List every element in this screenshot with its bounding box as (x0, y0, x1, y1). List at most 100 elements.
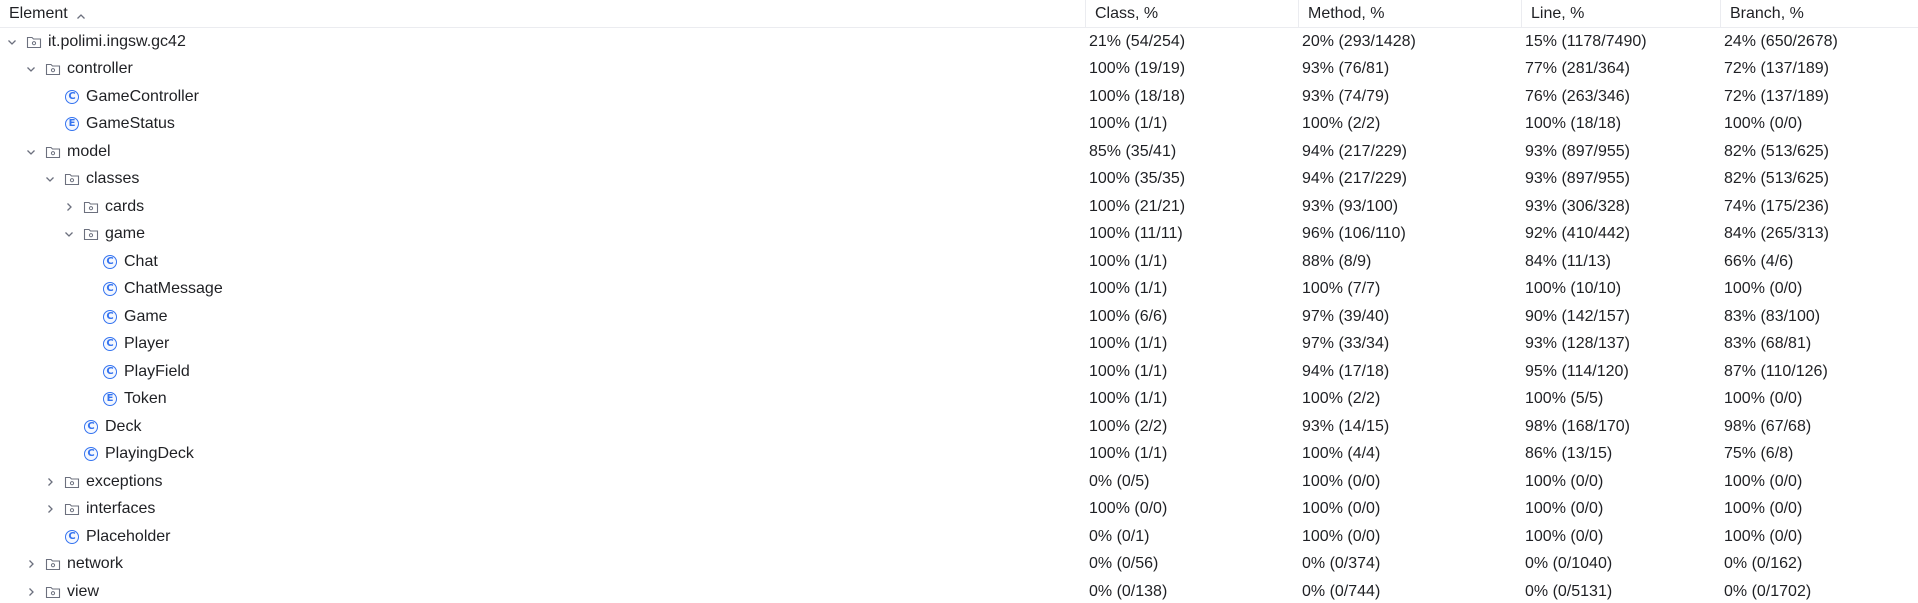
cell-class-coverage: 100% (0/0) (1089, 500, 1168, 518)
table-row[interactable]: game 100% (11/11) 96% (106/110) 92% (410/44… (0, 221, 1918, 249)
cell-element: E GameStatus (0, 111, 1086, 139)
chevron-right-icon[interactable] (61, 199, 77, 215)
cell-method-coverage: 93% (76/81) (1302, 60, 1390, 78)
cell-branch-coverage: 100% (0/0) (1724, 390, 1803, 408)
cell-branch-coverage: 100% (0/0) (1724, 115, 1803, 133)
class-icon-letter: C (103, 309, 117, 324)
chevron-down-icon[interactable] (4, 34, 20, 50)
cell-element: interfaces (0, 496, 1086, 524)
cell-element: C Game (0, 303, 1086, 331)
cell-class-coverage: 100% (1/1) (1089, 280, 1168, 298)
element-name: network (67, 555, 124, 573)
cell-element: model (0, 138, 1086, 166)
chevron-right-icon[interactable] (42, 474, 58, 490)
class-icon-letter: C (84, 447, 98, 462)
cell-branch-coverage: 66% (4/6) (1724, 252, 1794, 270)
cell-element: E Token (0, 386, 1086, 414)
class-icon: C (64, 529, 80, 545)
cell-method-coverage: 0% (0/744) (1302, 582, 1381, 600)
cell-branch-coverage: 72% (137/189) (1724, 60, 1829, 78)
cell-method-coverage: 93% (93/100) (1302, 197, 1399, 215)
column-header-class[interactable]: Class, % (1086, 0, 1299, 27)
column-header-branch-label: Branch, % (1730, 4, 1804, 22)
cell-branch-coverage: 0% (0/162) (1724, 555, 1803, 573)
cell-branch-coverage: 83% (68/81) (1724, 335, 1812, 353)
class-icon: C (102, 309, 118, 325)
table-row[interactable]: C ChatMessage 100% (1/1) 100% (7/7) 100% (10… (0, 276, 1918, 304)
chevron-down-icon[interactable] (23, 144, 39, 160)
cell-branch-coverage: 100% (0/0) (1724, 280, 1803, 298)
tree-rows: it.polimi.ingsw.gc42 21% (54/254) 20% (293… (0, 28, 1918, 603)
column-header-line[interactable]: Line, % (1522, 0, 1721, 27)
cell-branch-coverage: 24% (650/2678) (1724, 32, 1838, 50)
table-header: Element Class, % Method, % Line, % Branc… (0, 0, 1918, 28)
cell-class-coverage: 100% (19/19) (1089, 60, 1186, 78)
cell-line-coverage: 92% (410/442) (1525, 225, 1630, 243)
table-row[interactable]: exceptions 0% (0/5) 100% (0/0) 100% (0/0) 10… (0, 468, 1918, 496)
table-row[interactable]: E Token 100% (1/1) 100% (2/2) 100% (5/5) 100%… (0, 386, 1918, 414)
cell-class-coverage: 21% (54/254) (1089, 32, 1186, 50)
element-name: classes (86, 170, 140, 188)
table-row[interactable]: interfaces 100% (0/0) 100% (0/0) 100% (0/0)… (0, 496, 1918, 524)
cell-element: C GameController (0, 83, 1086, 111)
element-name: Chat (124, 252, 158, 270)
class-icon: C (83, 419, 99, 435)
chevron-down-icon[interactable] (23, 61, 39, 77)
cell-class-coverage: 100% (35/35) (1089, 170, 1186, 188)
table-row[interactable]: C PlayField 100% (1/1) 94% (17/18) 95% (114/… (0, 358, 1918, 386)
column-header-method[interactable]: Method, % (1299, 0, 1522, 27)
cell-branch-coverage: 98% (67/68) (1724, 417, 1812, 435)
table-row[interactable]: model 85% (35/41) 94% (217/229) 93% (897/95… (0, 138, 1918, 166)
folder-package-icon (64, 501, 80, 517)
chevron-right-icon[interactable] (23, 584, 39, 600)
table-row[interactable]: C Chat 100% (1/1) 88% (8/9) 84% (11/13) 66% (… (0, 248, 1918, 276)
table-row[interactable]: C Game 100% (6/6) 97% (39/40) 90% (142/157) 8… (0, 303, 1918, 331)
cell-element: C ChatMessage (0, 276, 1086, 304)
cell-branch-coverage: 82% (513/625) (1724, 142, 1829, 160)
element-name: GameStatus (86, 115, 175, 133)
cell-class-coverage: 100% (1/1) (1089, 115, 1168, 133)
table-row[interactable]: E GameStatus 100% (1/1) 100% (2/2) 100% (18/… (0, 111, 1918, 139)
cell-element: controller (0, 56, 1086, 84)
folder-package-icon (26, 34, 42, 50)
cell-branch-coverage: 74% (175/236) (1724, 197, 1829, 215)
table-row[interactable]: cards 100% (21/21) 93% (93/100) 93% (306/32… (0, 193, 1918, 221)
element-name: it.polimi.ingsw.gc42 (48, 32, 186, 50)
enum-icon-letter: E (103, 392, 117, 407)
element-name: PlayField (124, 362, 190, 380)
element-name: cards (105, 197, 145, 215)
cell-method-coverage: 96% (106/110) (1302, 225, 1406, 243)
table-row[interactable]: C Deck 100% (2/2) 93% (14/15) 98% (168/170) 9… (0, 413, 1918, 441)
class-icon: C (64, 89, 80, 105)
chevron-right-icon[interactable] (42, 501, 58, 517)
chevron-right-icon[interactable] (23, 556, 39, 572)
table-row[interactable]: classes 100% (35/35) 94% (217/229) 93% (897… (0, 166, 1918, 194)
table-row[interactable]: C Placeholder 0% (0/1) 100% (0/0) 100% (0/0)… (0, 523, 1918, 551)
cell-class-coverage: 100% (21/21) (1089, 197, 1186, 215)
table-row[interactable]: C PlayingDeck 100% (1/1) 100% (4/4) 86% (13/… (0, 441, 1918, 469)
table-row[interactable]: C GameController 100% (18/18) 93% (74/79) 76… (0, 83, 1918, 111)
table-row[interactable]: it.polimi.ingsw.gc42 21% (54/254) 20% (293… (0, 28, 1918, 56)
cell-class-coverage: 100% (11/11) (1089, 225, 1183, 243)
column-header-branch[interactable]: Branch, % (1721, 0, 1918, 27)
cell-line-coverage: 100% (5/5) (1525, 390, 1604, 408)
element-name: model (67, 142, 111, 160)
chevron-down-icon[interactable] (61, 226, 77, 242)
table-row[interactable]: controller 100% (19/19) 93% (76/81) 77% (28… (0, 56, 1918, 84)
cell-branch-coverage: 82% (513/625) (1724, 170, 1829, 188)
cell-method-coverage: 100% (4/4) (1302, 445, 1381, 463)
chevron-down-icon[interactable] (42, 171, 58, 187)
table-row[interactable]: view 0% (0/138) 0% (0/744) 0% (0/5131) 0% (0… (0, 578, 1918, 603)
table-row[interactable]: C Player 100% (1/1) 97% (33/34) 93% (128/137… (0, 331, 1918, 359)
table-row[interactable]: network 0% (0/56) 0% (0/374) 0% (0/1040) 0% … (0, 551, 1918, 579)
cell-method-coverage: 88% (8/9) (1302, 252, 1372, 270)
element-name: Token (124, 390, 167, 408)
column-header-element[interactable]: Element (0, 0, 1086, 27)
column-header-element-label: Element (9, 4, 68, 22)
element-name: Deck (105, 417, 142, 435)
class-icon: C (102, 336, 118, 352)
